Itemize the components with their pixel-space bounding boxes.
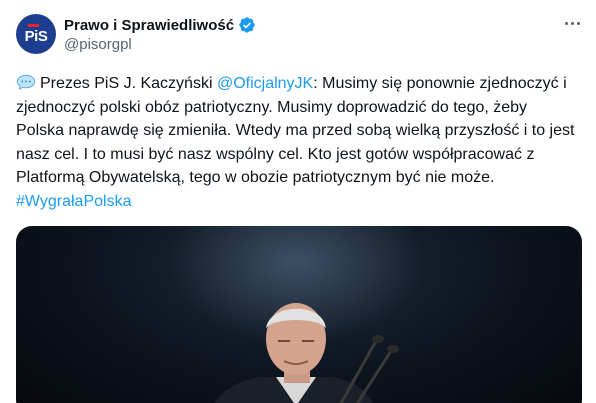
- mention-link[interactable]: @OficjalnyJK: [217, 75, 313, 92]
- avatar[interactable]: PiS: [16, 14, 56, 54]
- avatar-logo: PiS: [24, 27, 48, 45]
- hashtag-link[interactable]: #WygrałaPolska: [16, 193, 131, 210]
- speaker-figure: [214, 303, 399, 403]
- speech-bubble-icon: [16, 74, 36, 90]
- tweet-text: Prezes PiS J. Kaczyński @OficjalnyJK: Mu…: [16, 72, 576, 213]
- tweet-text-intro: Prezes PiS J. Kaczyński: [40, 75, 217, 92]
- tweet-media-photo[interactable]: [16, 226, 582, 403]
- author-name-row: Prawo i Sprawiedliwość: [64, 15, 256, 35]
- more-options-icon[interactable]: [561, 12, 583, 34]
- author-handle[interactable]: @pisorgpl: [64, 36, 132, 53]
- display-name[interactable]: Prawo i Sprawiedliwość: [64, 17, 234, 34]
- verified-badge-icon: [239, 17, 255, 33]
